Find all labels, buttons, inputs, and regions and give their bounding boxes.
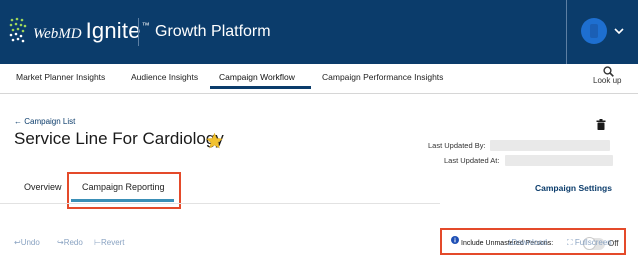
trash-icon[interactable] (596, 119, 606, 130)
revert-button[interactable]: ⊢Revert (94, 238, 125, 247)
nav-item-campaign-workflow[interactable]: Campaign Workflow (219, 72, 295, 82)
nav-active-indicator (210, 86, 311, 89)
last-updated-by-value (490, 140, 610, 151)
brand-logo[interactable]: WebMD Ignite ™ (33, 18, 150, 44)
nav-divider (0, 93, 638, 94)
page-title: Service Line For Cardiology (14, 129, 224, 148)
main-nav: Market Planner Insights Audience Insight… (0, 64, 638, 92)
banner-right-divider (566, 0, 567, 64)
lookup-label: Look up (593, 76, 622, 85)
last-updated-at-label: Last Updated At: (444, 156, 500, 165)
nav-item-campaign-performance-insights[interactable]: Campaign Performance Insights (322, 72, 443, 82)
platform-name: Growth Platform (155, 23, 271, 40)
last-updated-at-value (505, 155, 613, 166)
redo-button[interactable]: ↪Redo (57, 238, 83, 247)
tabs-divider (0, 203, 440, 204)
brand-trademark: ™ (141, 21, 150, 30)
tab-overview[interactable]: Overview (24, 182, 62, 192)
avatar-glyph (590, 24, 598, 38)
fullscreen-button[interactable]: ⛶ Fullscreen (567, 238, 612, 248)
nav-item-market-planner-insights[interactable]: Market Planner Insights (16, 72, 105, 82)
campaign-list-link[interactable]: ← Campaign List (14, 117, 75, 126)
star-icon[interactable] (205, 132, 224, 150)
info-icon[interactable] (451, 236, 459, 244)
download-button[interactable]: ⤓Download (508, 238, 547, 248)
last-updated-by-label: Last Updated By: (428, 141, 486, 150)
brand-webmd: WebMD (33, 26, 82, 42)
chevron-down-icon[interactable] (613, 25, 625, 37)
dotted-flame-logo-icon (9, 17, 27, 43)
lookup-button[interactable]: Look up (593, 66, 623, 86)
brand-ignite: Ignite (85, 18, 141, 43)
nav-item-audience-insights[interactable]: Audience Insights (131, 72, 198, 82)
user-avatar-icon[interactable] (581, 18, 607, 44)
undo-button[interactable]: ↩Undo (14, 238, 40, 247)
banner-divider (138, 18, 139, 46)
campaign-settings-link[interactable]: Campaign Settings (535, 183, 612, 193)
top-banner: WebMD Ignite ™ Growth Platform (0, 0, 638, 64)
